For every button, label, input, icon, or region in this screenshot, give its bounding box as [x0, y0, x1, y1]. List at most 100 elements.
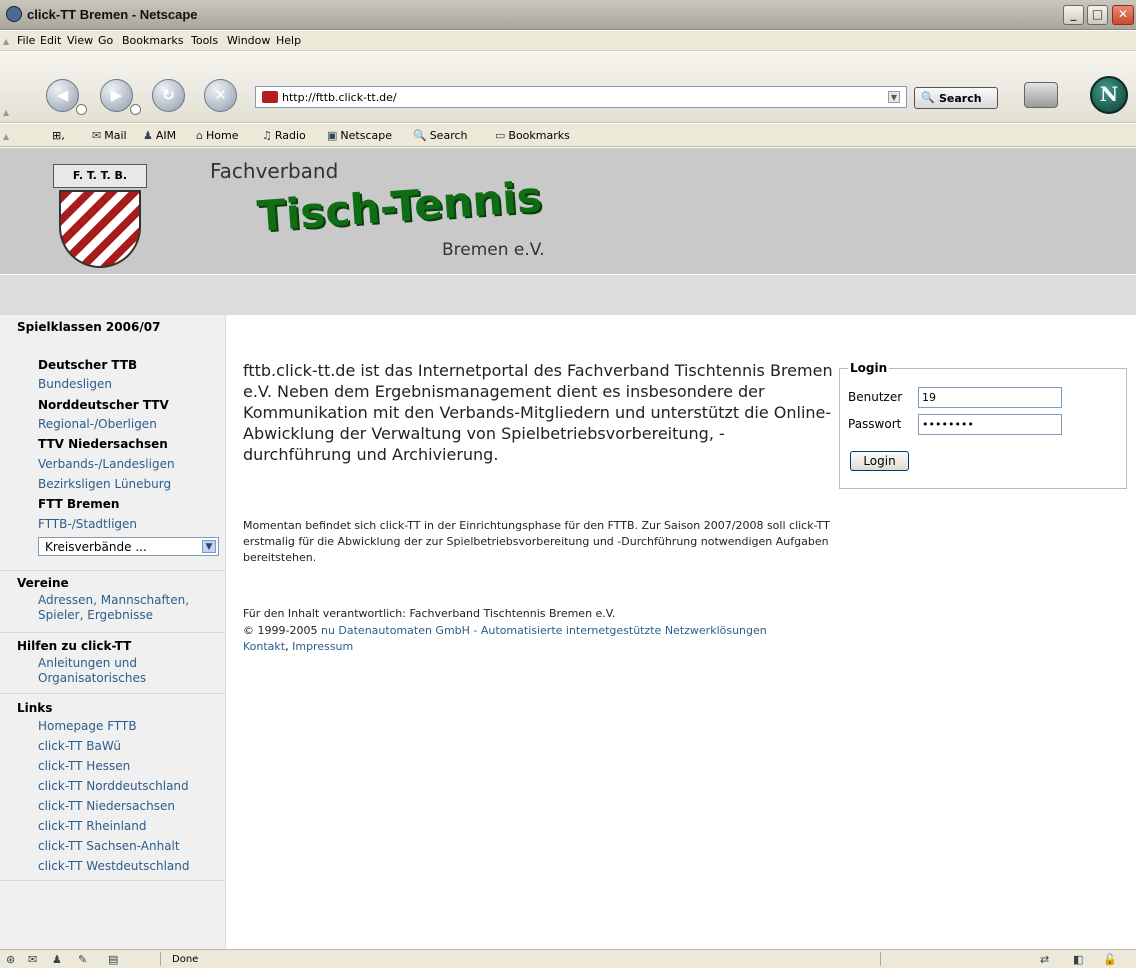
aim-icon: ♟ — [143, 129, 153, 142]
sidebar-link-norddeutschland[interactable]: click-TT Norddeutschland — [38, 779, 189, 793]
menu-edit[interactable]: Edit — [40, 34, 61, 47]
netscape-logo-icon[interactable]: N — [1090, 76, 1128, 114]
window-title: click-TT Bremen - Netscape — [27, 7, 198, 22]
composer-icon[interactable]: ✎ — [78, 953, 87, 966]
tabs-icon[interactable]: ⊞, — [52, 129, 65, 142]
aim-icon[interactable]: ♟ — [52, 953, 62, 966]
back-dropdown-icon[interactable] — [76, 104, 87, 115]
print-icon[interactable] — [1024, 82, 1058, 108]
security-lock-icon[interactable]: 🔓 — [1103, 953, 1117, 966]
navigator-icon[interactable]: ⊛ — [6, 953, 15, 966]
intro-text: fttb.click-tt.de ist das Internetportal … — [243, 361, 833, 464]
username-input[interactable] — [918, 387, 1062, 408]
toolbar-radio[interactable]: ♫ Radio — [262, 129, 306, 142]
sidebar-group-ttvn: TTV Niedersachsen — [38, 437, 168, 451]
toolbar-bookmarks-label: Bookmarks — [508, 129, 570, 142]
site-favicon-icon — [262, 91, 278, 103]
sidebar-link-anleitungen[interactable]: Anleitungen und Organisatorisches — [38, 656, 188, 686]
sidebar-group-ftt-bremen: FTT Bremen — [38, 497, 120, 511]
url-bar[interactable]: ▼ — [255, 86, 907, 108]
radio-icon: ♫ — [262, 129, 272, 142]
password-label: Passwort — [848, 417, 902, 431]
sidebar-link-hessen[interactable]: click-TT Hessen — [38, 759, 130, 773]
stop-icon: ✕ — [214, 86, 227, 104]
sidebar-title: Spielklassen 2006/07 — [17, 320, 161, 334]
login-button[interactable]: Login — [850, 451, 909, 471]
username-label: Benutzer — [848, 390, 903, 404]
menu-bookmarks[interactable]: Bookmarks — [122, 34, 183, 47]
status-bar: ⊛ ✉ ♟ ✎ ▤ Done ⇄ ◧ 🔓 — [0, 949, 1136, 968]
menu-go[interactable]: Go — [98, 34, 113, 47]
toolbar-mail-label: Mail — [104, 129, 127, 142]
forward-button[interactable]: ▶ — [100, 79, 141, 115]
reload-button[interactable]: ↻ — [152, 79, 185, 112]
sidebar-link-bawue[interactable]: click-TT BaWü — [38, 739, 121, 753]
toolbar-netscape[interactable]: ▣ Netscape — [327, 129, 392, 142]
close-button[interactable]: ✕ — [1112, 5, 1134, 25]
online-status-icon[interactable]: ⇄ — [1040, 953, 1049, 966]
sidebar-link-niedersachsen[interactable]: click-TT Niedersachsen — [38, 799, 175, 813]
forward-dropdown-icon[interactable] — [130, 104, 141, 115]
sidebar-group-nttv: Norddeutscher TTV — [38, 398, 169, 412]
address-book-icon[interactable]: ▤ — [108, 953, 118, 966]
contact-link[interactable]: Kontakt — [243, 640, 285, 653]
sidebar-link-stadtligen[interactable]: FTTB-/Stadtligen — [38, 517, 137, 531]
status-separator — [160, 952, 161, 966]
chevron-down-icon[interactable]: ▼ — [202, 540, 216, 553]
search-button[interactable]: 🔍 Search — [914, 87, 998, 109]
sidebar-link-bundesligen[interactable]: Bundesligen — [38, 377, 112, 391]
url-input[interactable] — [282, 89, 872, 105]
sidebar-separator — [0, 880, 226, 881]
status-separator — [880, 952, 881, 966]
menu-file[interactable]: File — [17, 34, 35, 47]
mail-icon[interactable]: ✉ — [28, 953, 37, 966]
toolbar-search[interactable]: 🔍 Search — [413, 129, 468, 142]
toolbar-bookmarks[interactable]: ▭ Bookmarks — [495, 129, 570, 142]
toolbar-home[interactable]: ⌂ Home — [196, 129, 238, 142]
back-arrow-icon: ◀ — [56, 86, 69, 104]
kreisverbaende-select-value: Kreisverbände ... — [45, 540, 147, 554]
menu-help[interactable]: Help — [276, 34, 301, 47]
menu-bar: ▲ File Edit View Go Bookmarks Tools Wind… — [0, 31, 1136, 51]
sidebar-link-regionalligen[interactable]: Regional-/Oberligen — [38, 417, 157, 431]
sidebar-group-dttb: Deutscher TTB — [38, 358, 138, 372]
sidebar-link-westdeutschland[interactable]: click-TT Westdeutschland — [38, 859, 189, 873]
toolbar-aim[interactable]: ♟ AIM — [143, 129, 176, 142]
copyright-line: © 1999-2005 nu Datenautomaten GmbH - Aut… — [243, 624, 767, 637]
personal-toolbar: ▲ ⊞, ✉ Mail ♟ AIM ⌂ Home ♫ Radio ▣ Netscape 🔍… — [0, 124, 1136, 147]
kreisverbaende-select[interactable]: Kreisverbände ... ▼ — [38, 537, 219, 556]
sidebar-link-vereine[interactable]: Adressen, Mannschaften, Spieler, Ergebni… — [38, 593, 218, 623]
minimize-button[interactable]: _ — [1063, 5, 1084, 25]
toolbar-home-label: Home — [205, 129, 239, 142]
imprint-link[interactable]: Impressum — [292, 640, 353, 653]
mail-icon: ✉ — [92, 129, 102, 142]
back-button[interactable]: ◀ — [46, 79, 87, 115]
sidebar-link-rheinland[interactable]: click-TT Rheinland — [38, 819, 146, 833]
login-box: Login Benutzer Passwort Login — [839, 361, 1127, 489]
sidebar-link-bezirksligen[interactable]: Bezirksligen Lüneburg — [38, 477, 171, 491]
info-text: Momentan befindet sich click-TT in der E… — [243, 519, 830, 564]
popup-blocker-icon[interactable]: ◧ — [1073, 953, 1083, 966]
my-netscape-icon: ▣ — [327, 129, 338, 142]
sidebar-link-homepage-fttb[interactable]: Homepage FTTB — [38, 719, 137, 733]
fttb-crest-logo[interactable]: F. T. T. B. — [53, 164, 147, 268]
netscape-app-icon — [6, 6, 22, 22]
maximize-icon: □ — [1091, 7, 1104, 21]
sidebar-link-verbandsligen[interactable]: Verbands-/Landesligen — [38, 457, 175, 471]
menu-tools[interactable]: Tools — [191, 34, 218, 47]
shield-icon — [59, 190, 141, 268]
window-titlebar: click-TT Bremen - Netscape _ □ ✕ — [0, 0, 1136, 30]
search-icon: 🔍 — [921, 91, 935, 104]
toolbar-mail[interactable]: ✉ Mail — [92, 129, 127, 142]
reload-icon: ↻ — [162, 86, 175, 104]
password-input[interactable] — [918, 414, 1062, 435]
url-dropdown-icon[interactable]: ▼ — [888, 91, 900, 103]
sidebar-link-sachsen-anhalt[interactable]: click-TT Sachsen-Anhalt — [38, 839, 180, 853]
contact-line: Kontakt, Impressum — [243, 640, 353, 653]
forward-arrow-icon: ▶ — [110, 86, 123, 104]
maximize-button[interactable]: □ — [1087, 5, 1108, 25]
nu-datenautomaten-link[interactable]: nu Datenautomaten GmbH - Automatisierte … — [321, 624, 767, 637]
menu-window[interactable]: Window — [227, 34, 270, 47]
menu-view[interactable]: View — [67, 34, 93, 47]
stop-button[interactable]: ✕ — [204, 79, 237, 112]
